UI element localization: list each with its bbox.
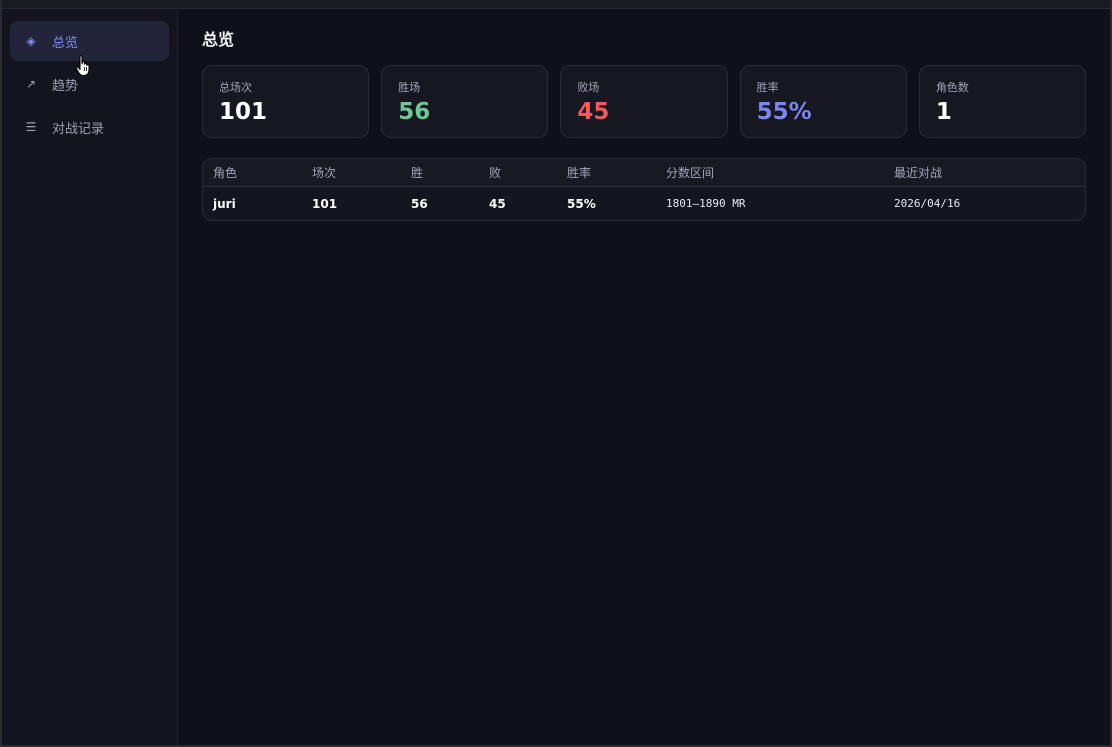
stat-card-value: 56 — [398, 99, 431, 125]
sidebar-item-label: 总览 — [52, 35, 79, 51]
list-icon: ☰ — [25, 120, 37, 134]
cell-character: juri — [213, 196, 236, 211]
stat-cards: 总场次 101 胜场 56 败场 45 胜率 55% 角色数 1 — [202, 65, 1087, 138]
stat-card-label: 角色数 — [935, 81, 969, 94]
stat-card-label: 总场次 — [219, 81, 252, 94]
cell-last-match: 2026/04/16 — [894, 197, 961, 210]
column-header-win-rate[interactable]: 胜率 — [557, 159, 656, 187]
column-header-wins[interactable]: 胜 — [401, 159, 479, 187]
cell-matches: 101 — [312, 196, 338, 211]
stat-card-win-rate: 胜率 55% — [739, 65, 907, 138]
stat-card-total-matches: 总场次 101 — [202, 65, 370, 138]
stat-card-value: 1 — [935, 99, 952, 125]
hand-pointer-cursor-icon — [75, 55, 90, 77]
page-title: 总览 — [202, 30, 235, 49]
column-header-losses[interactable]: 败 — [479, 159, 557, 187]
stat-card-character-count: 角色数 1 — [918, 65, 1087, 138]
table-header-row: 角色 场次 胜 败 胜率 分数区间 最近对战 — [203, 159, 1085, 187]
stat-card-value: 55% — [756, 99, 812, 125]
app-window: ◈ 总览 ↗ 趋势 ☰ 对战记录 总览 总场次 101 胜场 56 败场 45 … — [2, 0, 1110, 746]
table-row[interactable]: juri 101 56 45 55% 1801–1890 MR 2026/04/… — [203, 187, 1085, 221]
sidebar-item-label: 对战记录 — [52, 121, 105, 137]
column-header-matches[interactable]: 场次 — [302, 159, 401, 187]
column-header-character[interactable]: 角色 — [203, 159, 302, 187]
character-stats-table: 角色 场次 胜 败 胜率 分数区间 最近对战 juri 101 56 45 55… — [202, 158, 1086, 221]
cell-losses: 45 — [489, 196, 506, 211]
sidebar-item-match-history[interactable]: ☰ 对战记录 — [10, 107, 169, 147]
sidebar: ◈ 总览 ↗ 趋势 ☰ 对战记录 — [2, 0, 178, 745]
stat-card-label: 败场 — [577, 81, 600, 94]
stat-card-value: 45 — [577, 99, 610, 125]
column-header-score-range[interactable]: 分数区间 — [656, 159, 884, 187]
cell-wins: 56 — [411, 196, 428, 211]
cell-score-range: 1801–1890 MR — [666, 197, 746, 210]
stat-card-losses: 败场 45 — [560, 65, 728, 138]
diamond-icon: ◈ — [26, 34, 36, 48]
main-content: 总览 总场次 101 胜场 56 败场 45 胜率 55% 角色数 1 角色 场… — [178, 0, 1110, 745]
stat-card-value: 101 — [219, 99, 268, 125]
trend-arrow-icon: ↗ — [25, 77, 37, 91]
column-header-last-match[interactable]: 最近对战 — [884, 159, 1085, 187]
cell-win-rate: 55% — [567, 196, 596, 211]
window-top-bar — [2, 0, 1110, 9]
stat-card-label: 胜场 — [398, 81, 421, 94]
stat-card-wins: 胜场 56 — [381, 65, 549, 138]
stat-card-label: 胜率 — [756, 81, 779, 94]
